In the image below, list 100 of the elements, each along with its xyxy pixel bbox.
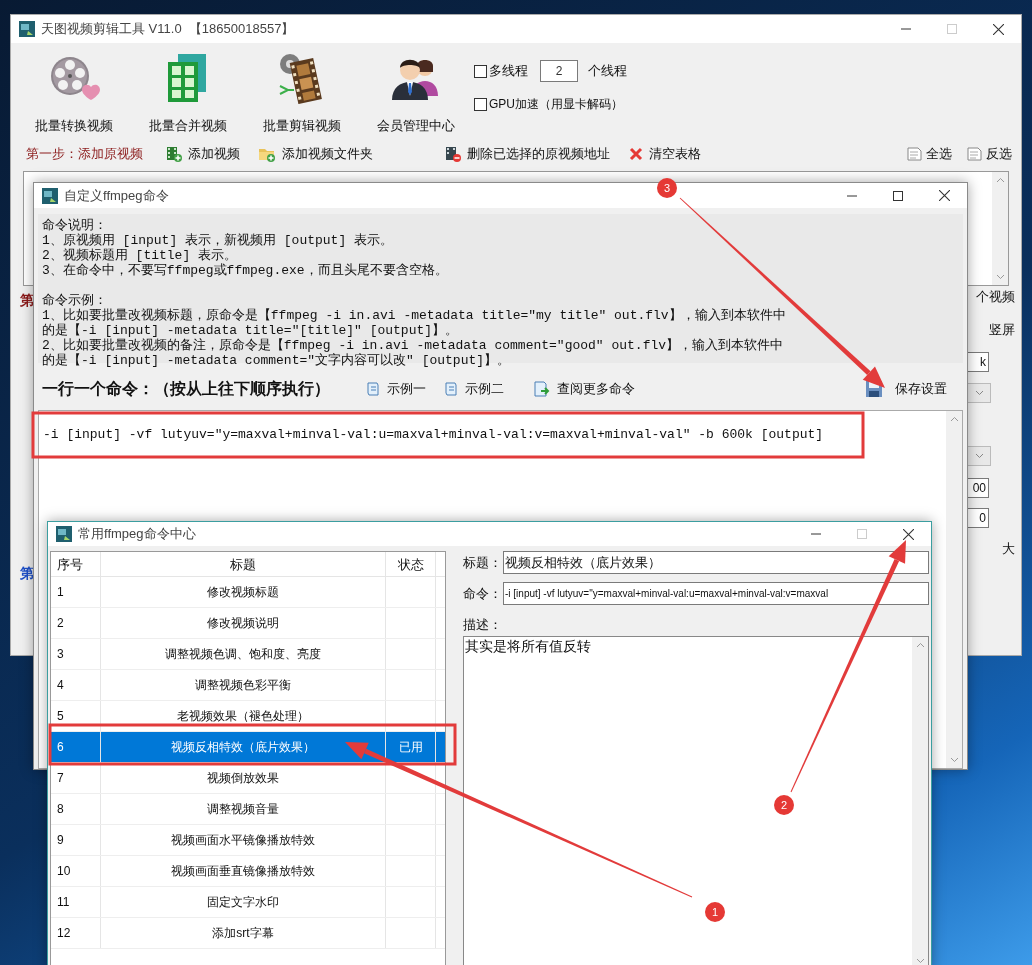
table-row[interactable]: 10 视频画面垂直镜像播放特效 xyxy=(51,856,445,887)
toolbar-button[interactable]: 批量转换视频 xyxy=(17,43,131,142)
table-cell: 4 xyxy=(51,670,101,700)
table-cell: 添加srt字幕 xyxy=(101,918,386,948)
toolbar-button[interactable]: 清空表格 xyxy=(629,144,749,164)
toolbar-button[interactable]: 删除已选择的原视频地址 xyxy=(445,144,629,164)
section-label: 一行一个命令：（按从上往下顺序执行） xyxy=(42,379,331,399)
table-cell: 视频画面水平镜像播放特效 xyxy=(101,825,386,855)
scrollbar[interactable] xyxy=(912,637,928,965)
help-text: 2、比如要批量改视频的备注，原命令是【ffmpeg -i in.avi -metadata comment="good" out.flv】，输入到本软件中的是【-i [input] -metadata comment="文字内容可以改" [output]】。 xyxy=(42,338,785,368)
table-row[interactable]: 3 调整视频色调、饱和度、亮度 xyxy=(51,639,445,670)
checkbox-label: 多线程 xyxy=(489,62,528,81)
table-row[interactable]: 2 修改视频说明 xyxy=(51,608,445,639)
table-row[interactable]: 4 调整视频色彩平衡 xyxy=(51,670,445,701)
film-minus-icon xyxy=(445,146,461,162)
toolbar-button[interactable]: 批量剪辑视频 xyxy=(245,43,359,142)
toolbar-button[interactable]: 全选 xyxy=(907,144,967,164)
table-cell: 2 xyxy=(51,608,101,638)
field-label: 描述： xyxy=(463,616,503,633)
label: 大 xyxy=(1001,540,1016,558)
table-cell: 6 xyxy=(51,732,101,762)
page-icon xyxy=(967,147,983,161)
toolbar-button[interactable]: 添加视频文件夹 xyxy=(258,144,445,164)
film-plus-icon xyxy=(166,146,182,162)
help-heading: 命令示例： xyxy=(42,293,108,308)
table-cell: 调整视频色调、饱和度、亮度 xyxy=(101,639,386,669)
step-label: 第一步：添加原视频 xyxy=(26,145,144,164)
table-cell: 视频倒放效果 xyxy=(101,763,386,793)
table-row[interactable]: 5 老视频效果（褪色处理） xyxy=(51,701,445,732)
column-header: 状态 xyxy=(386,552,436,576)
unit-label: 个线程 xyxy=(588,62,627,81)
chevron-up-icon[interactable] xyxy=(949,416,959,422)
table-cell: 5 xyxy=(51,701,101,731)
table-cell: 固定文字水印 xyxy=(101,887,386,917)
label: 个视频 xyxy=(975,288,1016,306)
toolbar-button[interactable]: 查阅更多命令 xyxy=(533,379,653,399)
scrollbar[interactable] xyxy=(992,172,1008,285)
chevron-down-icon xyxy=(974,453,984,459)
clear-icon xyxy=(629,147,643,161)
command-line: -i [input] -vf lutyuv="y=maxval+minval-val:u=maxval+minval-val:v=maxval+minval-val" -b 600k [output] xyxy=(43,426,825,444)
help-text: 1、比如要批量改视频标题，原命令是【ffmpeg -i in.avi -metadata title="my title" out.flv】，输入到本软件中的是【-i [input] -metadata title="[title]" [output]】。 xyxy=(42,308,787,338)
toolbar-button[interactable]: 会员管理中心 xyxy=(359,43,473,142)
input-field[interactable]: 0 xyxy=(967,508,989,528)
column-header: 标题 xyxy=(101,552,386,576)
help-text: 3、在命令中，不要写ffmpeg或ffmpeg.exe，而且头尾不要含空格。 xyxy=(42,263,449,278)
table-cell: 11 xyxy=(51,887,101,917)
table-cell: 老视频效果（褪色处理） xyxy=(101,701,386,731)
app-icon xyxy=(42,187,58,204)
description-text: 其实是将所有值反转 xyxy=(465,637,591,655)
checkbox[interactable] xyxy=(474,64,487,78)
chevron-up-icon[interactable] xyxy=(995,177,1005,183)
toolbar-button[interactable]: 示例二 xyxy=(443,379,533,399)
table-cell: 修改视频说明 xyxy=(101,608,386,638)
input-field[interactable]: 00 xyxy=(967,478,989,498)
toolbar-button[interactable]: 批量合并视频 xyxy=(131,43,245,142)
checkbox[interactable] xyxy=(474,97,487,111)
table-row[interactable]: 8 调整视频音量 xyxy=(51,794,445,825)
table-row[interactable]: 11 固定文字水印 xyxy=(51,887,445,918)
label: 竖屏 xyxy=(988,321,1016,339)
table-cell: 7 xyxy=(51,763,101,793)
input-field[interactable]: k xyxy=(967,352,989,372)
dropdown[interactable] xyxy=(967,446,991,466)
table-row[interactable]: 1 修改视频标题 xyxy=(51,577,445,608)
table-cell: 12 xyxy=(51,918,101,948)
command-field[interactable]: -i [input] -vf lutyuv="y=maxval+minval-val:u=maxval+minval-val:v=maxval xyxy=(503,582,929,605)
table-cell: 视频画面垂直镜像播放特效 xyxy=(101,856,386,886)
chevron-down-icon xyxy=(974,390,984,396)
help-text: 1、原视频用 [input] 表示，新视频用 [output] 表示。 xyxy=(42,233,395,248)
thread-count-field[interactable]: 2 xyxy=(540,60,578,82)
title-field[interactable]: 视频反相特效（底片效果） xyxy=(503,551,929,574)
column-header: 序号 xyxy=(51,552,101,576)
table-cell: 8 xyxy=(51,794,101,824)
chevron-down-icon[interactable] xyxy=(995,274,1005,280)
folder-plus-icon xyxy=(258,146,276,162)
table-row[interactable]: 9 视频画面水平镜像播放特效 xyxy=(51,825,445,856)
chevron-up-icon[interactable] xyxy=(915,642,925,648)
table-cell: 10 xyxy=(51,856,101,886)
dropdown[interactable] xyxy=(967,383,991,403)
step-label: 第 xyxy=(20,292,34,308)
chevron-down-icon[interactable] xyxy=(915,958,925,964)
field-label: 命令： xyxy=(463,584,503,603)
table-cell: 1 xyxy=(51,577,101,607)
table-cell: 9 xyxy=(51,825,101,855)
toolbar-button[interactable]: 示例一 xyxy=(365,379,443,399)
dialog-title: 自定义ffmpeg命令 xyxy=(64,186,169,205)
field-label: 标题： xyxy=(463,553,503,572)
table-row[interactable]: 12 添加srt字幕 xyxy=(51,918,445,949)
table-cell: 修改视频标题 xyxy=(101,577,386,607)
scrollbar[interactable] xyxy=(946,411,962,768)
chevron-down-icon[interactable] xyxy=(949,757,959,763)
document-icon xyxy=(365,381,381,397)
toolbar-button[interactable]: 反选 xyxy=(967,144,1017,164)
toolbar-button[interactable]: 添加视频 xyxy=(166,144,258,164)
table-cell: 3 xyxy=(51,639,101,669)
app-icon xyxy=(56,526,72,542)
checkbox-label: GPU加速（用显卡解码） xyxy=(489,96,623,113)
app-icon xyxy=(19,21,35,37)
table-row[interactable]: 6 视频反相特效（底片效果） 已用 xyxy=(51,732,445,763)
document-icon xyxy=(443,381,459,397)
dialog-title: 常用ffmpeg命令中心 xyxy=(78,525,196,544)
